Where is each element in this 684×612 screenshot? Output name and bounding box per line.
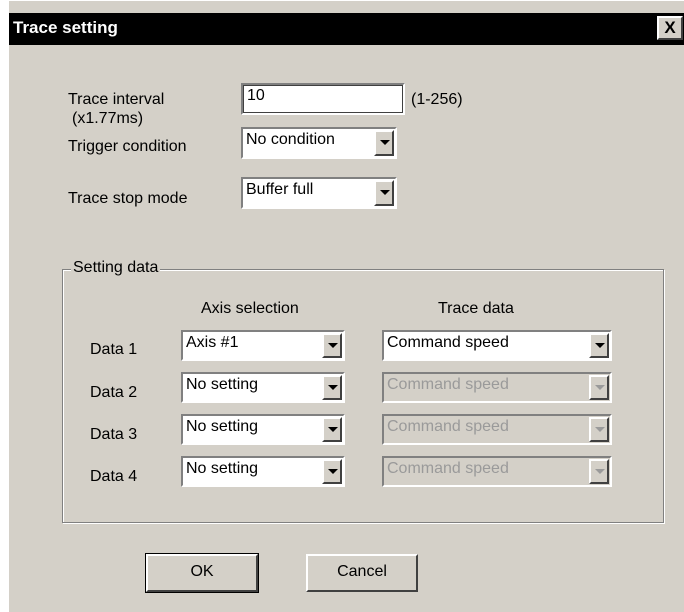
trace-data-dropdown: Command speed xyxy=(382,372,612,403)
ok-button[interactable]: OK xyxy=(145,553,259,593)
axis-selection-value: No setting xyxy=(186,460,259,477)
trace-interval-label: Trace interval xyxy=(68,91,165,108)
axis-selection-dropdown[interactable]: No setting xyxy=(181,456,345,487)
trace-data-value: Command speed xyxy=(387,460,509,477)
trace-interval-input[interactable]: 10 xyxy=(241,83,405,115)
chevron-down-icon xyxy=(589,375,609,400)
close-button[interactable]: X xyxy=(657,16,683,40)
trace-stop-mode-label: Trace stop mode xyxy=(68,190,188,207)
data-row-label: Data 3 xyxy=(90,426,138,443)
window-title: Trace setting xyxy=(13,18,118,37)
axis-selection-value: No setting xyxy=(186,418,259,435)
trigger-condition-value: No condition xyxy=(246,131,335,148)
axis-selection-header: Axis selection xyxy=(201,300,299,317)
trace-interval-unit-label: (x1.77ms) xyxy=(72,110,144,127)
trace-data-dropdown: Command speed xyxy=(382,456,612,487)
chevron-down-icon[interactable] xyxy=(322,375,342,400)
trace-data-header: Trace data xyxy=(438,300,514,317)
chevron-down-icon xyxy=(589,417,609,442)
trigger-condition-label: Trigger condition xyxy=(68,138,187,155)
data-row-label: Data 4 xyxy=(90,468,138,485)
trace-setting-dialog: Trace setting X Trace interval (x1.77ms)… xyxy=(8,0,684,612)
title-bar[interactable]: Trace setting X xyxy=(9,13,684,45)
axis-selection-dropdown[interactable]: No setting xyxy=(181,414,345,445)
trace-data-value: Command speed xyxy=(387,334,509,351)
chevron-down-icon[interactable] xyxy=(322,333,342,358)
chevron-down-icon[interactable] xyxy=(322,459,342,484)
setting-data-group-title: Setting data xyxy=(71,259,161,277)
cancel-button[interactable]: Cancel xyxy=(306,554,418,592)
close-icon: X xyxy=(664,18,676,37)
chevron-down-icon[interactable] xyxy=(589,333,609,358)
trace-interval-value: 10 xyxy=(247,87,265,104)
axis-selection-value: No setting xyxy=(186,376,259,393)
trace-data-dropdown[interactable]: Command speed xyxy=(382,330,612,361)
data-row-label: Data 2 xyxy=(90,384,138,401)
trace-stop-mode-dropdown[interactable]: Buffer full xyxy=(241,177,397,209)
chevron-down-icon[interactable] xyxy=(374,130,394,156)
axis-selection-dropdown[interactable]: Axis #1 xyxy=(181,330,345,361)
chevron-down-icon[interactable] xyxy=(374,180,394,206)
chevron-down-icon[interactable] xyxy=(322,417,342,442)
trace-interval-range: (1-256) xyxy=(411,91,463,108)
trace-data-dropdown: Command speed xyxy=(382,414,612,445)
axis-selection-dropdown[interactable]: No setting xyxy=(181,372,345,403)
data-row-label: Data 1 xyxy=(90,341,138,358)
trace-data-value: Command speed xyxy=(387,376,509,393)
axis-selection-value: Axis #1 xyxy=(186,334,239,351)
trace-data-value: Command speed xyxy=(387,418,509,435)
trace-stop-mode-value: Buffer full xyxy=(246,181,314,198)
trigger-condition-dropdown[interactable]: No condition xyxy=(241,127,397,159)
chevron-down-icon xyxy=(589,459,609,484)
